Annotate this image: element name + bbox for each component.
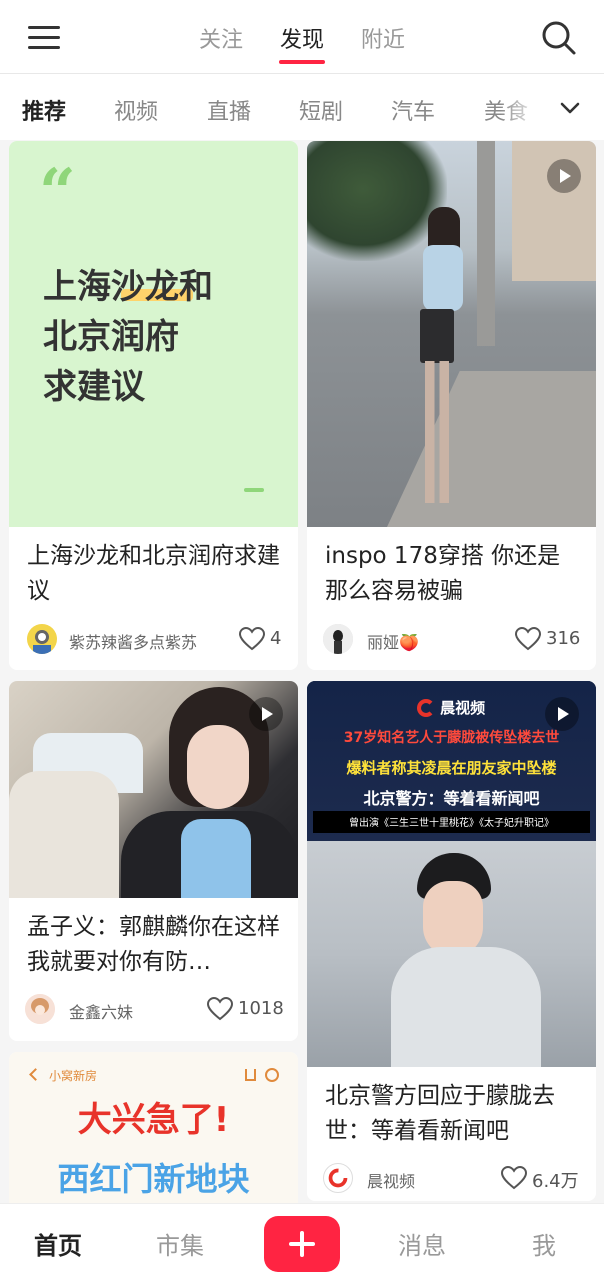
cover-brand-text: 晨视频: [440, 699, 486, 717]
cover-trees: [307, 141, 447, 261]
back-icon: [29, 1068, 42, 1081]
share-icon: [245, 1069, 256, 1081]
brand-logo-icon: [417, 698, 435, 717]
top-tabs: 关注 发现 附近: [0, 0, 604, 74]
cover-sidewalk: [387, 371, 596, 527]
tab-market[interactable]: 市集: [156, 1226, 204, 1261]
like-count: 1018: [238, 998, 284, 1019]
cover-person-jacket: [391, 947, 541, 1067]
tab-discover[interactable]: 发现: [280, 22, 324, 54]
cover-person-skirt: [420, 309, 454, 363]
cover-person-top: [423, 245, 463, 311]
cover-person-face: [423, 881, 483, 957]
card-title: 北京警方回应于朦胧去世：等着看新闻吧: [325, 1083, 555, 1144]
category-video[interactable]: 视频: [114, 94, 158, 126]
video-play-icon: [545, 697, 579, 731]
publish-button[interactable]: [264, 1216, 340, 1272]
cover-dash: [244, 488, 264, 492]
tab-follow[interactable]: 关注: [199, 22, 243, 54]
cover-caption: 曾出演《三生三世十里桃花》《太子妃升职记》: [349, 818, 554, 829]
category-row: 推荐 视频 直播 短剧 汽车 美食: [0, 74, 604, 140]
card-cover: “ 上海沙龙和 北京润府 求建议: [9, 141, 298, 527]
like-count: 4: [270, 628, 282, 649]
cover-headline-3: 北京警方：等着看新闻吧: [363, 789, 540, 808]
feed-card[interactable]: 晨视频 37岁知名艺人于朦胧被传坠楼去世 爆料者称其凌晨在朋友家中坠楼 北京警方…: [307, 681, 596, 1201]
chevron-down-icon[interactable]: [558, 96, 582, 120]
feed-card[interactable]: 小窝新房 大兴急了! 西红门新地块: [9, 1052, 298, 1203]
category-fade: [500, 74, 604, 140]
card-cover: 小窝新房 大兴急了! 西红门新地块: [9, 1052, 298, 1203]
card-title: 孟子义：郭麒麟你在这样 我就要对你有防…: [27, 914, 280, 975]
active-tab-indicator: [279, 60, 325, 64]
avatar[interactable]: [323, 624, 353, 654]
like-count: 316: [546, 628, 581, 649]
avatar[interactable]: [27, 624, 57, 654]
category-live[interactable]: 直播: [207, 94, 251, 126]
category-recommend[interactable]: 推荐: [22, 94, 66, 126]
cover-person-face: [187, 725, 249, 809]
category-car[interactable]: 汽车: [391, 94, 435, 126]
heart-icon[interactable]: [207, 997, 233, 1021]
video-play-icon: [249, 697, 283, 731]
cover-brand: 晨视频: [417, 697, 485, 718]
cover-header: 小窝新房: [49, 1069, 98, 1083]
cover-headline-red: 大兴急了!: [77, 1100, 230, 1140]
cover-person-sweater: [181, 819, 251, 898]
category-short-drama[interactable]: 短剧: [299, 94, 343, 126]
cover-text-line: 求建议: [43, 367, 145, 407]
cover-person-legs: [425, 361, 449, 503]
card-title: 上海沙龙和北京润府求建议: [27, 543, 280, 604]
cover-headline-2: 爆料者称其凌晨在朋友家中坠楼: [346, 759, 557, 777]
card-title: inspo 178穿搭 你还是那么容易被骗: [325, 543, 561, 604]
bottom-navigation: 首页 市集 消息 我: [0, 1203, 604, 1280]
heart-icon[interactable]: [239, 627, 265, 651]
tab-nearby[interactable]: 附近: [361, 22, 405, 54]
heart-icon[interactable]: [501, 1166, 527, 1190]
more-icon: [265, 1068, 279, 1082]
tab-home[interactable]: 首页: [34, 1226, 82, 1261]
card-cover: [307, 141, 596, 527]
author-name[interactable]: 紫苏辣酱多点紫苏: [69, 629, 197, 653]
avatar[interactable]: [25, 994, 55, 1024]
author-name[interactable]: 晨视频: [367, 1168, 415, 1192]
search-icon[interactable]: [541, 20, 577, 56]
avatar[interactable]: [323, 1163, 353, 1193]
tab-me[interactable]: 我: [532, 1226, 556, 1261]
feed-card[interactable]: inspo 178穿搭 你还是那么容易被骗 丽娅🍑 316: [307, 141, 596, 670]
heart-icon[interactable]: [515, 627, 541, 651]
like-count: 6.4万: [532, 1171, 579, 1192]
top-navigation: 关注 发现 附近: [0, 0, 604, 74]
author-name[interactable]: 丽娅🍑: [367, 629, 419, 653]
feed-card[interactable]: “ 上海沙龙和 北京润府 求建议 上海沙龙和北京润府求建议 紫苏辣酱多点紫苏 4: [9, 141, 298, 670]
cover-text-line: 上海沙龙和: [43, 267, 213, 307]
cover-text-line: 北京润府: [43, 317, 179, 357]
cover-headline-blue: 西红门新地块: [57, 1160, 250, 1198]
feed-card[interactable]: 孟子义：郭麒麟你在这样 我就要对你有防… 金鑫六妹 1018: [9, 681, 298, 1041]
cover-pole: [477, 141, 495, 346]
card-cover: 晨视频 37岁知名艺人于朦胧被传坠楼去世 爆料者称其凌晨在朋友家中坠楼 北京警方…: [307, 681, 596, 1067]
tab-messages[interactable]: 消息: [398, 1226, 446, 1261]
video-play-icon: [547, 159, 581, 193]
author-name[interactable]: 金鑫六妹: [69, 999, 133, 1023]
quote-mark: “: [39, 155, 76, 230]
cover-seat: [9, 771, 119, 898]
